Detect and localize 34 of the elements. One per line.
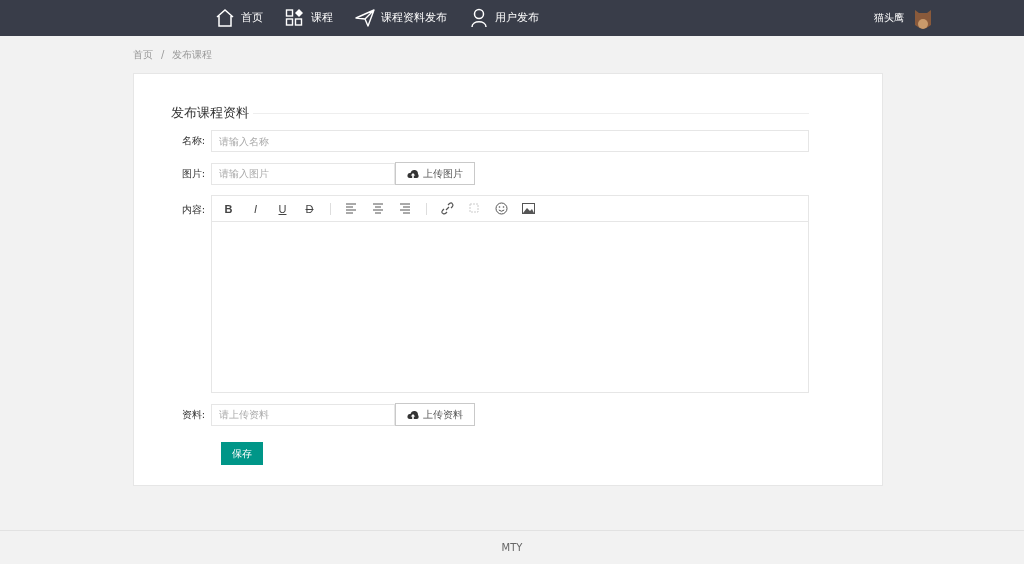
save-button[interactable]: 保存 <box>221 442 263 465</box>
name-field[interactable]: 请输入名称 <box>211 130 809 152</box>
form-title: 发布课程资料 <box>171 104 250 122</box>
align-right-icon[interactable] <box>399 202 412 215</box>
upload-field[interactable]: 请输入图片 <box>211 162 395 185</box>
user-name[interactable]: 猫头鹰 <box>874 11 904 25</box>
link-icon[interactable] <box>441 202 454 215</box>
italic-button[interactable]: I <box>249 202 262 215</box>
field-label: 内容: <box>180 203 206 217</box>
upload-field[interactable]: 请上传资料 <box>211 403 395 426</box>
image-icon[interactable] <box>522 202 535 215</box>
cloud-upload-icon <box>407 409 419 420</box>
field-label: 名称: <box>180 134 206 148</box>
upload-button[interactable]: 上传资料 <box>395 403 475 426</box>
person-icon <box>469 8 489 28</box>
nav-link[interactable]: 用户发布 <box>469 8 539 28</box>
bold-button[interactable]: B <box>222 202 235 215</box>
align-center-icon[interactable] <box>372 202 385 215</box>
paper-plane-icon <box>355 8 375 28</box>
nav-link[interactable]: 课程 <box>285 8 333 28</box>
grid-icon <box>285 8 305 28</box>
nav-link[interactable]: 课程资料发布 <box>355 8 447 28</box>
underline-button[interactable]: U <box>276 202 289 215</box>
footer-text: MTY <box>501 542 523 553</box>
field-label: 图片: <box>180 166 206 181</box>
cloud-upload-icon <box>407 168 419 179</box>
upload-button[interactable]: 上传图片 <box>395 162 475 185</box>
strike-button[interactable]: D <box>303 202 316 215</box>
nav-link[interactable]: 首页 <box>215 8 263 28</box>
smiley-icon[interactable] <box>495 202 508 215</box>
breadcrumb-separator: / <box>161 49 165 60</box>
house-icon <box>215 8 235 28</box>
field-label: 资料: <box>180 407 206 422</box>
align-left-icon[interactable] <box>345 202 358 215</box>
